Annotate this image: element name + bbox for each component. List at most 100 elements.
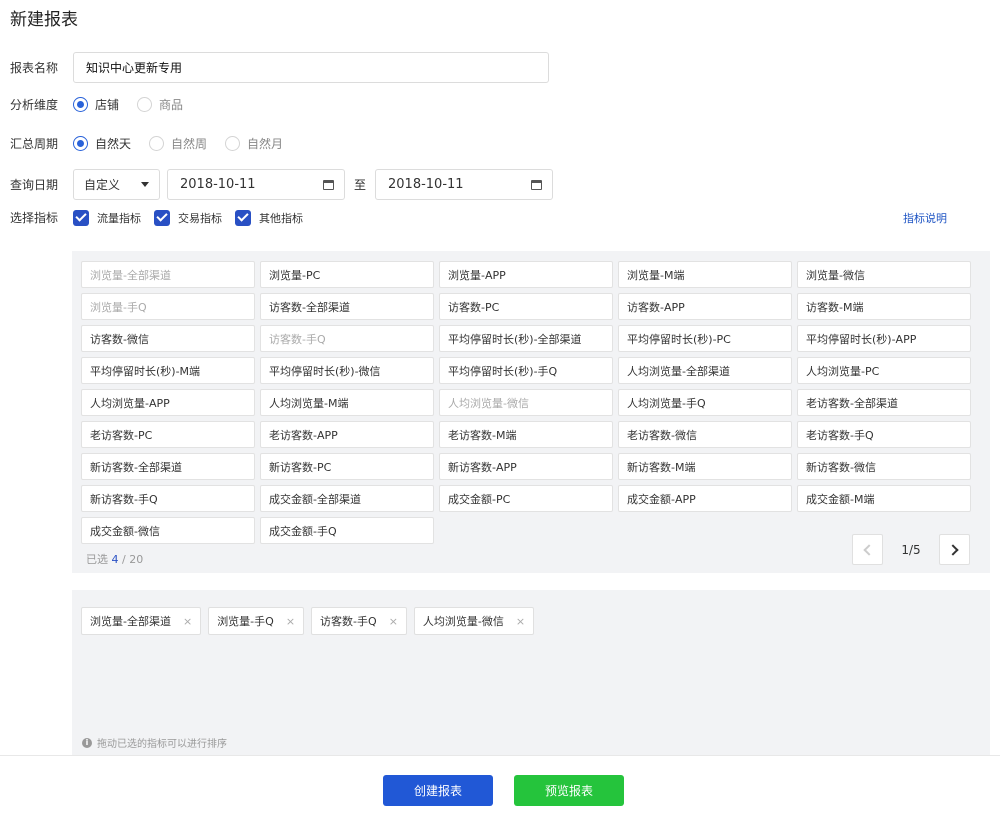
radio-selected-icon (73, 97, 88, 112)
selection-count: 已选 4 / 20 (86, 553, 144, 566)
metric-chip[interactable]: 浏览量-微信 (797, 261, 971, 288)
page-title: 新建报表 (10, 10, 78, 30)
radio-icon (149, 136, 165, 151)
checkbox-checked-icon (154, 209, 170, 226)
metric-chip[interactable]: 平均停留时长(秒)-全部渠道 (439, 325, 613, 352)
metric-chip[interactable]: 人均浏览量-APP (81, 389, 255, 416)
metric-grid: 浏览量-全部渠道 浏览量-PC 浏览量-APP 浏览量-M端 浏览量-微信 浏览量-手Q 访… (81, 261, 971, 544)
date-mode-select[interactable]: 自定义 (73, 169, 160, 200)
drag-hint: i 拖动已选的指标可以进行排序 (82, 735, 227, 750)
metric-chip[interactable]: 新访客数-全部渠道 (81, 453, 255, 480)
calendar-icon[interactable] (323, 179, 334, 190)
page-indicator: 1/5 (901, 542, 921, 557)
next-page-button[interactable] (939, 534, 970, 565)
pagination: 1/5 (852, 534, 970, 565)
metric-chip[interactable]: 访客数-手Q (260, 325, 434, 352)
period-row: 汇总周期 自然天 自然周 自然月 (10, 135, 301, 152)
dimension-row: 分析维度 店铺 商品 (10, 96, 201, 113)
metric-chip[interactable]: 老访客数-M端 (439, 421, 613, 448)
report-name-input[interactable]: 知识中心更新专用 (73, 52, 549, 83)
metric-chip[interactable]: 平均停留时长(秒)-PC (618, 325, 792, 352)
selected-tag[interactable]: 人均浏览量-微信 × (413, 607, 535, 635)
metric-chip[interactable]: 平均停留时长(秒)-M端 (81, 357, 255, 384)
radio-icon (137, 97, 153, 112)
selected-panel: 浏览量-全部渠道 × 浏览量-手Q × 访客数-手Q × 人均浏览量-微信 × i 拖动已选的… (72, 590, 990, 755)
report-name-label: 报表名称 (10, 61, 59, 75)
metric-chip[interactable]: 新访客数-PC (260, 453, 434, 480)
metric-chip[interactable]: 浏览量-M端 (618, 261, 792, 288)
checkbox-trade[interactable]: 交易指标 (154, 209, 222, 226)
dimension-radio-store[interactable]: 店铺 (73, 96, 119, 113)
dimension-label: 分析维度 (10, 98, 59, 112)
metric-chip[interactable]: 人均浏览量-PC (797, 357, 971, 384)
period-radio-day[interactable]: 自然天 (73, 135, 131, 152)
metric-chip[interactable]: 成交金额-微信 (81, 517, 255, 544)
preview-report-button[interactable]: 预览报表 (514, 775, 624, 806)
period-radio-week[interactable]: 自然周 (149, 135, 207, 152)
metric-chip[interactable]: 成交金额-APP (618, 485, 792, 512)
chevron-right-icon (947, 543, 959, 556)
caret-down-icon (141, 182, 149, 187)
metric-chip[interactable]: 老访客数-PC (81, 421, 255, 448)
metric-chip[interactable]: 成交金额-全部渠道 (260, 485, 434, 512)
metric-chip[interactable]: 平均停留时长(秒)-手Q (439, 357, 613, 384)
metric-chip[interactable]: 成交金额-PC (439, 485, 613, 512)
metric-chip[interactable]: 新访客数-M端 (618, 453, 792, 480)
metric-chip[interactable]: 成交金额-手Q (260, 517, 434, 544)
selected-tag[interactable]: 浏览量-全部渠道 × (81, 607, 202, 635)
radio-icon (225, 136, 241, 151)
calendar-icon[interactable] (531, 179, 543, 190)
metric-chip[interactable]: 新访客数-APP (439, 453, 613, 480)
chevron-left-icon (863, 543, 875, 556)
selected-tag[interactable]: 浏览量-手Q × (208, 607, 305, 635)
metric-chip[interactable]: 平均停留时长(秒)-微信 (260, 357, 434, 384)
metric-panel: 浏览量-全部渠道 浏览量-PC 浏览量-APP 浏览量-M端 浏览量-微信 浏览量-手Q 访… (72, 251, 990, 573)
metric-chip[interactable]: 人均浏览量-M端 (260, 389, 434, 416)
metric-chip[interactable]: 浏览量-手Q (81, 293, 255, 320)
checkbox-checked-icon (235, 209, 251, 226)
create-report-button[interactable]: 创建报表 (383, 775, 493, 806)
close-icon[interactable]: × (286, 615, 295, 628)
date-label: 查询日期 (10, 178, 59, 192)
period-radio-month[interactable]: 自然月 (225, 135, 283, 152)
end-date-input[interactable]: 2018-10-11 (375, 169, 554, 200)
metric-help-link[interactable]: 指标说明 (903, 210, 947, 226)
metric-chip[interactable]: 人均浏览量-微信 (439, 389, 613, 416)
metric-chip[interactable]: 人均浏览量-手Q (618, 389, 792, 416)
selected-tags: 浏览量-全部渠道 × 浏览量-手Q × 访客数-手Q × 人均浏览量-微信 × (81, 607, 541, 635)
dimension-radio-product[interactable]: 商品 (137, 96, 183, 113)
metric-chip[interactable]: 老访客数-微信 (618, 421, 792, 448)
metric-chip[interactable]: 成交金额-M端 (797, 485, 971, 512)
prev-page-button[interactable] (852, 534, 883, 565)
metric-chip[interactable]: 浏览量-PC (260, 261, 434, 288)
metric-chip[interactable]: 浏览量-全部渠道 (81, 261, 255, 288)
selected-tag[interactable]: 访客数-手Q × (311, 607, 407, 635)
start-date-input[interactable]: 2018-10-11 (167, 169, 345, 200)
info-icon: i (82, 737, 92, 748)
metric-chip[interactable]: 访客数-全部渠道 (260, 293, 434, 320)
checkbox-checked-icon (73, 209, 89, 226)
metric-groups-row: 选择指标 流量指标 交易指标 其他指标 (10, 209, 316, 226)
metric-chip[interactable]: 访客数-微信 (81, 325, 255, 352)
metric-chip[interactable]: 访客数-M端 (797, 293, 971, 320)
metric-chip[interactable]: 新访客数-微信 (797, 453, 971, 480)
metric-chip[interactable]: 访客数-PC (439, 293, 613, 320)
report-name-row: 报表名称 知识中心更新专用 (10, 52, 549, 83)
metric-chip[interactable]: 老访客数-APP (260, 421, 434, 448)
metric-chip[interactable]: 平均停留时长(秒)-APP (797, 325, 971, 352)
checkbox-other[interactable]: 其他指标 (235, 209, 303, 226)
metric-chip[interactable]: 浏览量-APP (439, 261, 613, 288)
radio-selected-icon (73, 136, 88, 151)
metric-chip[interactable]: 老访客数-手Q (797, 421, 971, 448)
period-label: 汇总周期 (10, 137, 59, 151)
metric-chip[interactable]: 老访客数-全部渠道 (797, 389, 971, 416)
metric-chip[interactable]: 人均浏览量-全部渠道 (618, 357, 792, 384)
checkbox-traffic[interactable]: 流量指标 (73, 209, 141, 226)
date-row: 查询日期 自定义 2018-10-11 至 2018-10-11 (10, 169, 554, 200)
close-icon[interactable]: × (516, 615, 525, 628)
close-icon[interactable]: × (389, 615, 398, 628)
date-separator: 至 (354, 178, 367, 192)
close-icon[interactable]: × (183, 615, 192, 628)
metric-chip[interactable]: 新访客数-手Q (81, 485, 255, 512)
metric-chip[interactable]: 访客数-APP (618, 293, 792, 320)
